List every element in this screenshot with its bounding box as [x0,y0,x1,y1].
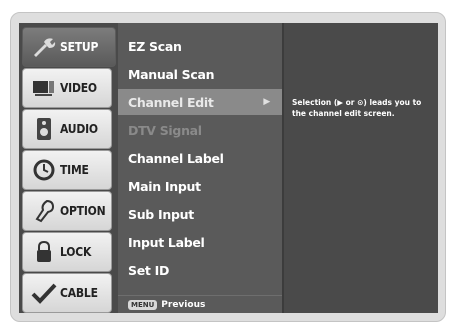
tab-label: CABLE [60,286,98,300]
check-icon [30,279,58,307]
menu-item-channel-edit[interactable]: Channel Edit ▶ [118,89,282,115]
tab-audio[interactable]: AUDIO [22,109,112,149]
previous-label: Previous [161,299,206,310]
tab-label: VIDEO [60,81,97,95]
menu-item-input-label[interactable]: Input Label [118,229,282,255]
tab-lock[interactable]: LOCK [22,232,112,272]
help-pane: Selection (▶ or ⊙) leads you to the chan… [284,23,438,313]
menu-item-set-id[interactable]: Set ID [118,257,282,283]
tab-time[interactable]: TIME [22,150,112,190]
tab-label: OPTION [60,204,106,218]
option-icon [30,197,58,225]
tab-label: SETUP [60,40,99,54]
tab-cable[interactable]: CABLE [22,273,112,313]
menu-tabs: SETUP VIDEO AUDIO TIME OPTION LOCK CABLE [19,23,116,313]
wrench-icon [30,33,58,61]
tab-option[interactable]: OPTION [22,191,112,231]
tab-setup[interactable]: SETUP [22,27,116,67]
menu-item-dtv-signal: DTV Signal [128,122,202,138]
menu-list: EZ Scan Manual Scan Channel Edit ▶ DTV S… [118,23,282,313]
tab-label: TIME [60,163,89,177]
speaker-icon [30,115,58,143]
help-text: Selection (▶ or ⊙) leads you to the chan… [292,98,422,118]
arrow-right-icon: ▶ [263,97,270,107]
menu-item-main-input[interactable]: Main Input [118,173,282,199]
menu-item-sub-input[interactable]: Sub Input [118,201,282,227]
menu-footer: MENU Previous [118,295,282,313]
clock-icon [30,156,58,184]
tab-label: AUDIO [60,122,98,136]
tab-video[interactable]: VIDEO [22,68,112,108]
tab-label: LOCK [60,245,92,259]
menu-item-ez-scan[interactable]: EZ Scan [118,33,282,59]
menu-item-manual-scan[interactable]: Manual Scan [118,61,282,87]
menu-key-button[interactable]: MENU [128,299,158,310]
lock-icon [30,238,58,266]
menu-item-channel-label[interactable]: Channel Label [118,145,282,171]
tv-icon [30,74,58,102]
